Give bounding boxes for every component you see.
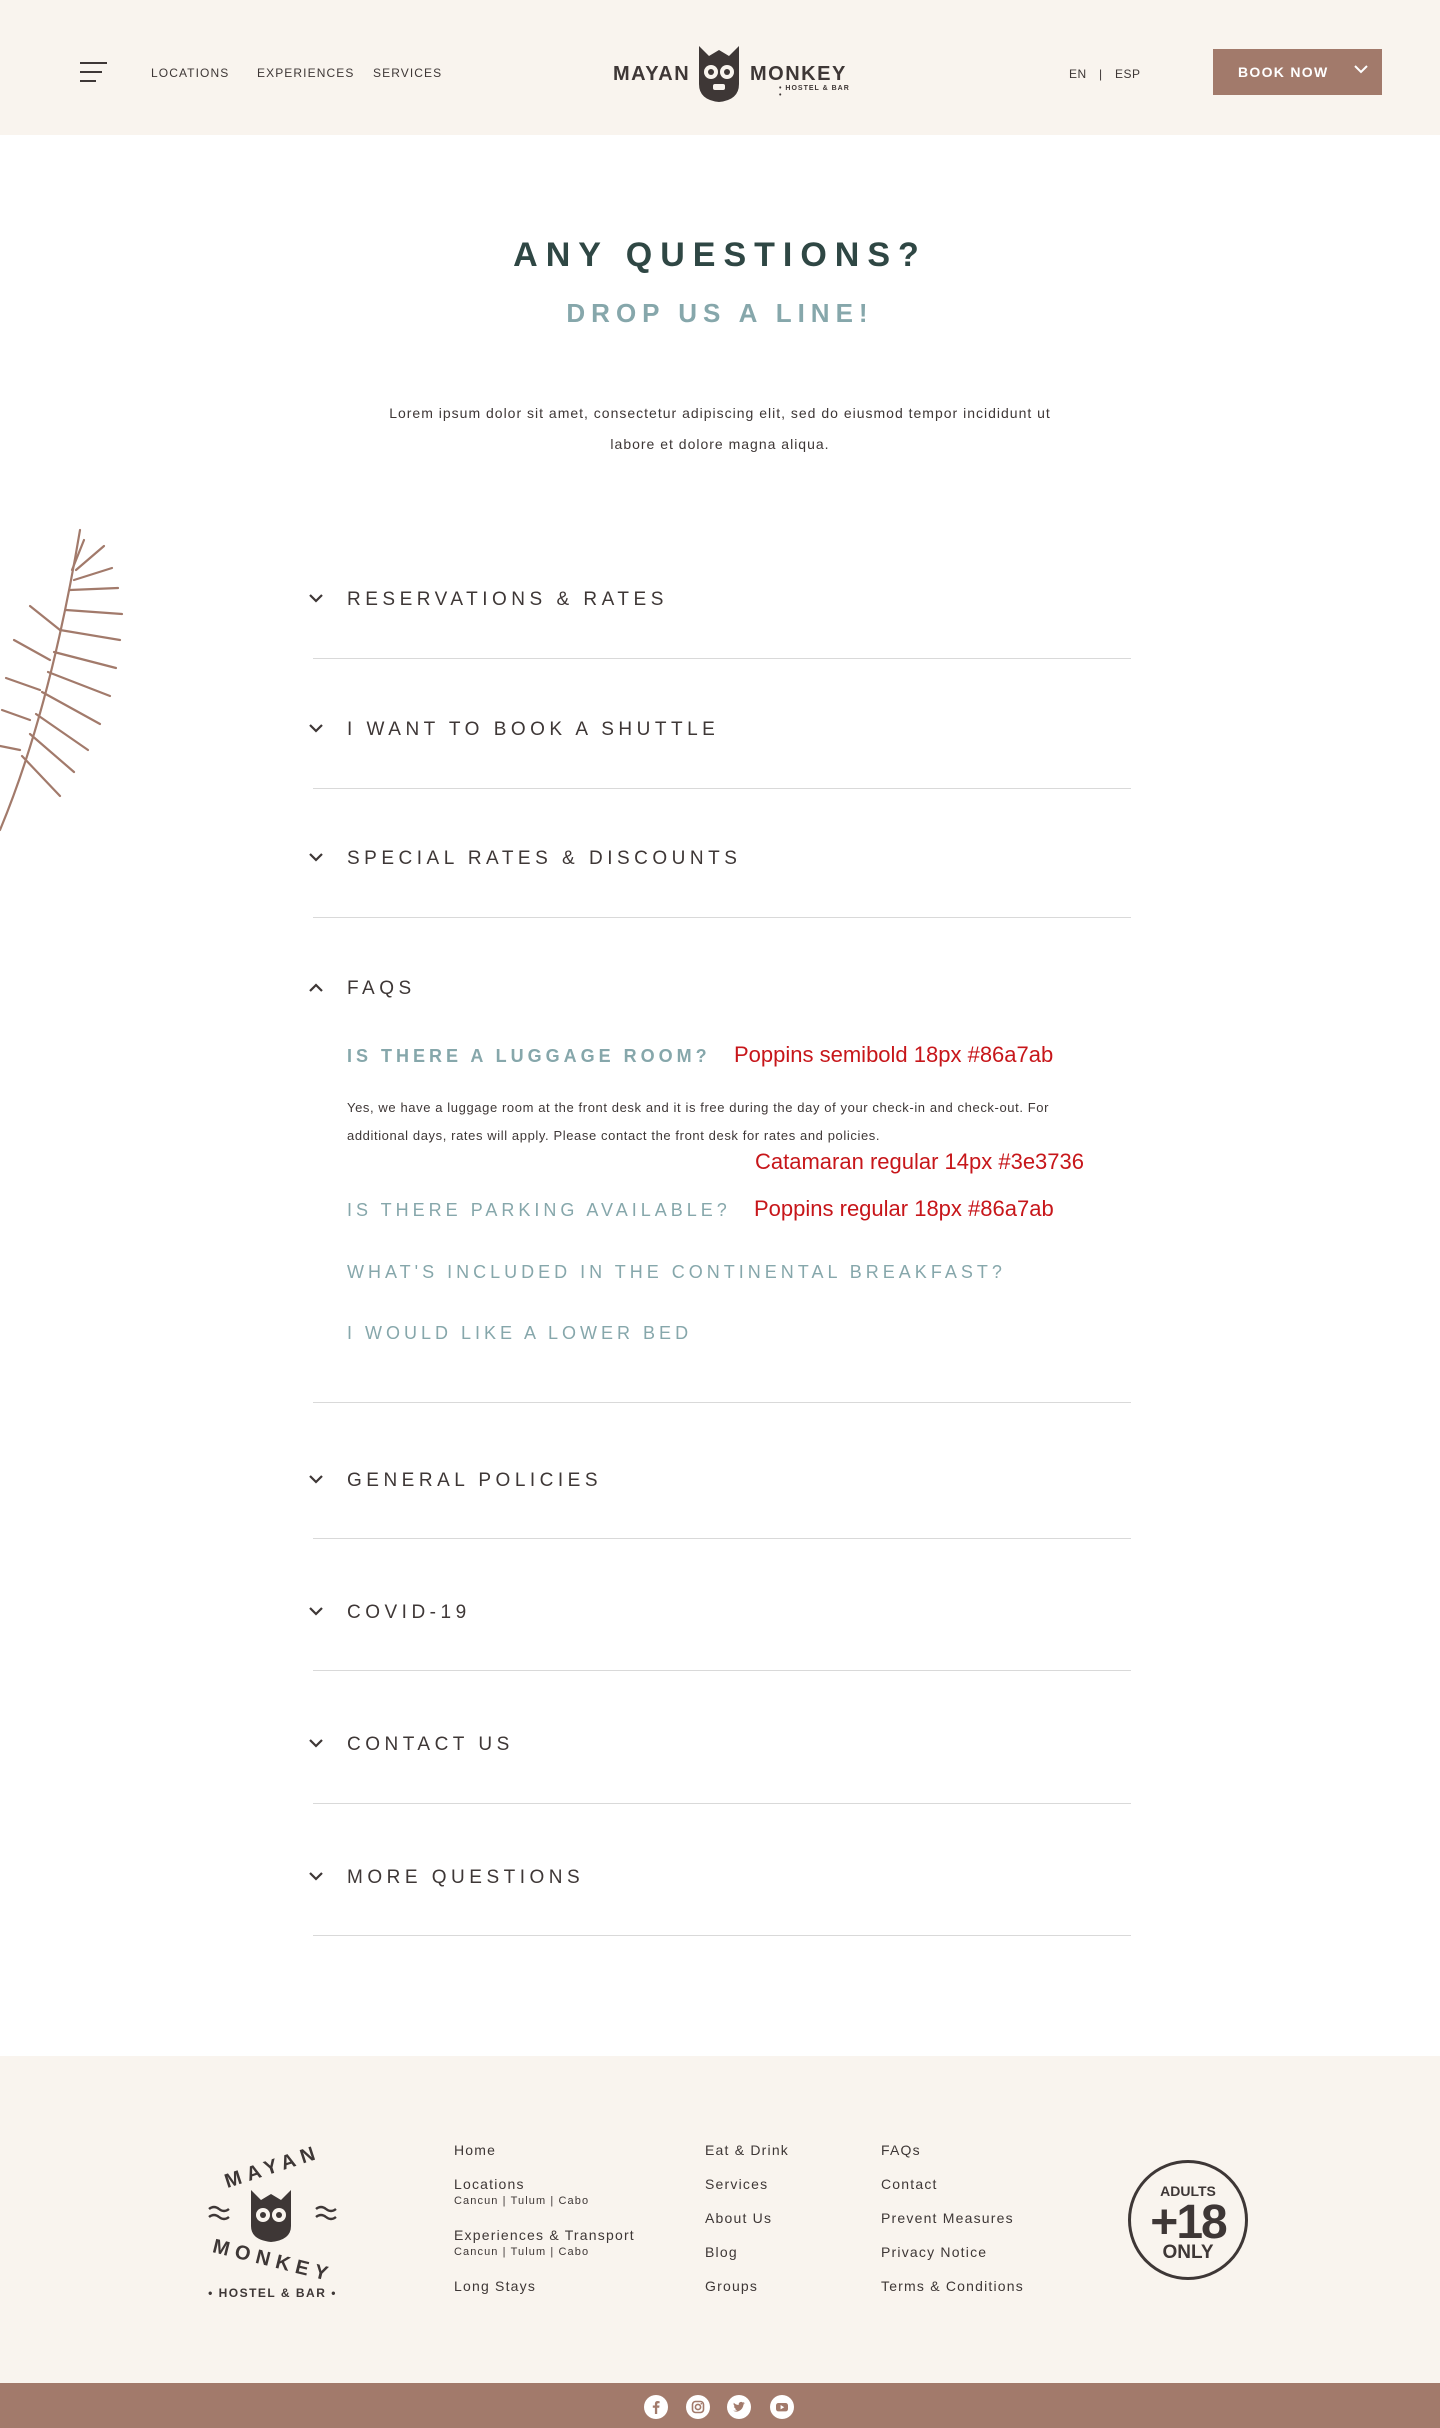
logo-word-right: MONKEY bbox=[750, 63, 847, 85]
nav-locations[interactable]: LOCATIONS bbox=[151, 66, 229, 80]
chevron-down-icon bbox=[309, 1872, 323, 1881]
book-now-button[interactable]: BOOK NOW bbox=[1213, 49, 1382, 95]
chevron-down-icon bbox=[309, 594, 323, 603]
divider bbox=[313, 658, 1131, 659]
footer-link-terms[interactable]: Terms & Conditions bbox=[881, 2278, 1024, 2294]
footer-link-experiences[interactable]: Experiences & Transport bbox=[454, 2227, 635, 2243]
faq-question-breakfast[interactable]: WHAT'S INCLUDED IN THE CONTINENTAL BREAK… bbox=[347, 1262, 1006, 1283]
intro-text: Lorem ipsum dolor sit amet, consectetur … bbox=[389, 405, 1051, 452]
accordion-title: I WANT TO BOOK A SHUTTLE bbox=[347, 719, 720, 740]
divider bbox=[313, 1935, 1131, 1936]
nav-services[interactable]: SERVICES bbox=[373, 66, 442, 80]
chevron-down-icon bbox=[1354, 65, 1368, 74]
page-title: ANY QUESTIONS? bbox=[513, 236, 927, 274]
divider bbox=[313, 1670, 1131, 1671]
logo-subtitle: • HOSTEL & BAR • bbox=[779, 85, 850, 99]
accordion-title: MORE QUESTIONS bbox=[347, 1867, 585, 1888]
accordion-title: SPECIAL RATES & DISCOUNTS bbox=[347, 848, 742, 869]
lang-en[interactable]: EN bbox=[1069, 67, 1087, 81]
monkey-icon bbox=[699, 46, 739, 102]
wave-icon bbox=[315, 2205, 337, 2221]
lang-separator: | bbox=[1099, 67, 1103, 81]
chevron-down-icon bbox=[309, 724, 323, 733]
nav-experiences[interactable]: EXPERIENCES bbox=[257, 66, 354, 80]
accordion-title: FAQS bbox=[347, 978, 416, 999]
youtube-icon[interactable] bbox=[770, 2395, 794, 2419]
badge-bottom-text: ONLY bbox=[1162, 2242, 1214, 2263]
chevron-down-icon bbox=[309, 1739, 323, 1748]
accordion-title: CONTACT US bbox=[347, 1734, 514, 1755]
divider bbox=[313, 1538, 1131, 1539]
footer-link-locations[interactable]: Locations bbox=[454, 2176, 525, 2192]
adults-only-badge: ADULTS +18 ONLY bbox=[1128, 2160, 1248, 2280]
annotation-note: Poppins semibold 18px #86a7ab bbox=[734, 1042, 1054, 1067]
monkey-icon bbox=[251, 2190, 291, 2242]
faq-question-lower-bed[interactable]: I WOULD LIKE A LOWER BED bbox=[347, 1323, 692, 1344]
faq-question-luggage[interactable]: IS THERE A LUGGAGE ROOM? bbox=[347, 1046, 711, 1067]
footer-locations-sub: Cancun | Tulum | Cabo bbox=[454, 2195, 590, 2207]
footer-logo-sub: • HOSTEL & BAR • bbox=[208, 2286, 337, 2300]
footer-link-blog[interactable]: Blog bbox=[705, 2244, 738, 2260]
menu-icon[interactable] bbox=[80, 62, 107, 82]
chevron-down-icon bbox=[309, 1475, 323, 1484]
footer-link-privacy[interactable]: Privacy Notice bbox=[881, 2244, 987, 2260]
accordion-title: GENERAL POLICIES bbox=[347, 1470, 603, 1491]
footer-logo[interactable]: MAYAN MONKEY • HOSTEL & BAR • bbox=[200, 2141, 345, 2305]
footer-link-prevent-measures[interactable]: Prevent Measures bbox=[881, 2210, 1014, 2226]
divider bbox=[313, 1803, 1131, 1804]
footer-link-faqs[interactable]: FAQs bbox=[881, 2142, 921, 2158]
site-logo[interactable]: MAYAN MONKEY • HOSTEL & BAR • bbox=[613, 44, 853, 104]
faq-answer: Yes, we have a luggage room at the front… bbox=[347, 1100, 1050, 1143]
footer-link-eat-drink[interactable]: Eat & Drink bbox=[705, 2142, 789, 2158]
chevron-up-icon bbox=[309, 983, 323, 992]
palm-leaf-decoration bbox=[0, 528, 124, 832]
divider bbox=[313, 1402, 1131, 1403]
footer-link-home[interactable]: Home bbox=[454, 2142, 496, 2158]
divider bbox=[313, 917, 1131, 918]
divider bbox=[313, 788, 1131, 789]
footer-link-groups[interactable]: Groups bbox=[705, 2278, 758, 2294]
accordion-title: COVID-19 bbox=[347, 1602, 471, 1623]
book-now-label: BOOK NOW bbox=[1238, 64, 1329, 80]
social-bar bbox=[0, 2383, 1440, 2428]
faq-question-parking[interactable]: IS THERE PARKING AVAILABLE? bbox=[347, 1200, 731, 1221]
twitter-icon[interactable] bbox=[727, 2395, 751, 2419]
chevron-down-icon bbox=[309, 853, 323, 862]
wave-icon bbox=[208, 2205, 230, 2221]
facebook-icon[interactable] bbox=[644, 2395, 668, 2419]
footer-link-about[interactable]: About Us bbox=[705, 2210, 772, 2226]
accordion-title: RESERVATIONS & RATES bbox=[347, 589, 668, 610]
chevron-down-icon bbox=[309, 1607, 323, 1616]
annotation-note: Catamaran regular 14px #3e3736 bbox=[755, 1149, 1085, 1174]
annotation-note: Poppins regular 18px #86a7ab bbox=[754, 1196, 1054, 1221]
footer-link-services[interactable]: Services bbox=[705, 2176, 768, 2192]
logo-word-left: MAYAN bbox=[613, 63, 691, 85]
site-header: LOCATIONS EXPERIENCES SERVICES MAYAN MON… bbox=[0, 0, 1440, 135]
footer-link-contact[interactable]: Contact bbox=[881, 2176, 938, 2192]
page-subtitle: DROP US A LINE! bbox=[566, 298, 874, 328]
footer-experiences-sub: Cancun | Tulum | Cabo bbox=[454, 2246, 590, 2258]
lang-esp[interactable]: ESP bbox=[1115, 67, 1141, 81]
footer-link-long-stays[interactable]: Long Stays bbox=[454, 2278, 536, 2294]
instagram-icon[interactable] bbox=[686, 2395, 710, 2419]
